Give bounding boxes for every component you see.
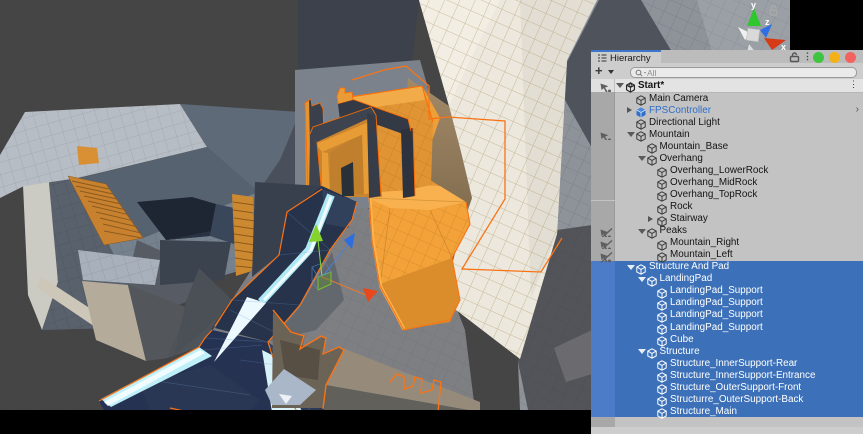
svg-text:z: z bbox=[765, 17, 770, 27]
svg-text:y: y bbox=[751, 0, 756, 10]
